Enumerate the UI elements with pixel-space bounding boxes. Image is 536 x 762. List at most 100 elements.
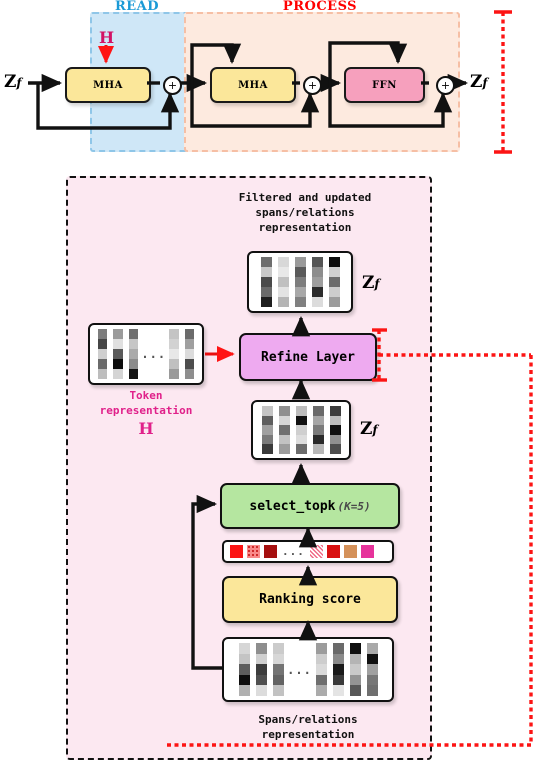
matrix-cell <box>295 434 307 445</box>
matrix-cell <box>97 329 108 339</box>
matrix-cell <box>128 359 139 369</box>
matrix-cell <box>113 369 123 379</box>
matrix-column <box>294 257 306 307</box>
matrix-cell <box>128 369 139 379</box>
matrix-cell <box>315 653 327 665</box>
matrix-cell <box>349 685 361 696</box>
matrix-column <box>277 257 289 307</box>
matrix-column <box>349 643 361 696</box>
matrix-cell <box>261 406 273 416</box>
matrix-cell <box>349 674 361 686</box>
zf-top-label: Zf <box>362 273 380 293</box>
matrix-cell <box>261 444 273 454</box>
matrix-cell <box>184 349 195 359</box>
matrix-cell <box>238 674 250 686</box>
matrix-column <box>311 257 323 307</box>
matrix-cell <box>315 643 327 654</box>
mha-read-block[interactable]: MHA <box>65 67 151 103</box>
matrix-cell <box>366 685 378 696</box>
matrix-cell <box>277 267 289 277</box>
matrix-column <box>329 406 341 454</box>
ffn-label: FFN <box>372 79 397 91</box>
matrix-column <box>312 406 324 454</box>
matrix-cell <box>294 267 306 277</box>
ranking-score-label: Ranking score <box>259 592 361 607</box>
mha-read-label: MHA <box>93 79 123 91</box>
matrix-cell <box>311 257 323 267</box>
matrix-cell <box>260 267 272 277</box>
matrix-cell <box>332 685 344 696</box>
matrix-cell <box>238 653 250 665</box>
matrix-cell <box>328 287 340 297</box>
matrix-cell <box>255 653 267 665</box>
matrix-cell <box>272 685 284 696</box>
add-operator-2: + <box>303 76 322 95</box>
matrix-cell <box>332 664 344 675</box>
score-swatch <box>343 545 357 558</box>
add-operator-3: + <box>436 76 455 95</box>
matrix-cell <box>328 257 340 267</box>
matrix-cell <box>315 674 327 686</box>
zf-top-label-sub: f <box>374 277 380 291</box>
zf-mid-matrix <box>251 400 351 460</box>
matrix-cell <box>128 349 139 359</box>
mha-process-label: MHA <box>238 79 268 91</box>
matrix-cell <box>169 349 179 359</box>
matrix-cell <box>113 339 123 349</box>
ffn-block[interactable]: FFN <box>344 67 425 103</box>
input-zf-label: Zf <box>4 72 22 92</box>
matrix-cell <box>295 415 307 426</box>
matrix-column <box>366 643 378 696</box>
matrix-column <box>97 329 108 379</box>
matrix-cell <box>294 277 306 287</box>
matrix-cell <box>260 257 272 267</box>
matrix-cell <box>238 643 250 654</box>
ranking-score-block[interactable]: Ranking score <box>222 576 398 623</box>
matrix-cell <box>328 277 340 287</box>
matrix-cell <box>349 643 361 654</box>
matrix-column <box>328 257 340 307</box>
token-input-h-label: H <box>99 28 115 47</box>
add-operator-2-symbol: + <box>307 79 318 92</box>
matrix-cell <box>311 287 323 297</box>
select-topk-block[interactable]: select_topk (K=5) <box>220 483 400 529</box>
zf-mid-label-text: Z <box>360 419 373 439</box>
matrix-cell <box>366 653 378 665</box>
matrix-cell <box>332 643 344 654</box>
matrix-cell <box>272 674 284 686</box>
mha-process-block[interactable]: MHA <box>210 67 296 103</box>
add-operator-1: + <box>163 76 182 95</box>
spans-caption-line-1: Spans/relations <box>258 713 358 726</box>
score-swatch <box>326 545 340 558</box>
output-zf-text: Z <box>470 72 483 92</box>
matrix-cell <box>97 349 108 359</box>
matrix-cell <box>332 653 344 665</box>
score-swatch <box>309 545 323 558</box>
matrix-column <box>255 643 267 696</box>
matrix-cell <box>294 287 306 297</box>
matrix-cell <box>366 643 378 654</box>
matrix-cell <box>295 425 307 435</box>
matrix-cell <box>113 359 123 369</box>
matrix-column <box>238 643 250 696</box>
matrix-cell <box>184 359 195 369</box>
read-process-diagram: READ PROCESS Zf H MHA MHA FFN + + + Zf <box>0 0 536 170</box>
matrix-cell <box>278 425 290 435</box>
matrix-ellipsis: ... <box>141 347 167 361</box>
ranking-score-bar: ... <box>222 540 394 563</box>
add-operator-3-symbol: + <box>440 79 451 92</box>
score-swatch <box>247 545 260 558</box>
matrix-cell <box>169 369 179 379</box>
matrix-cell <box>329 434 341 445</box>
matrix-cell <box>349 653 361 665</box>
score-swatch <box>230 545 243 558</box>
score-bar-ellipsis: ... <box>282 545 305 558</box>
filtered-spans-caption-line-1: Filtered and updated <box>238 191 372 204</box>
matrix-cell <box>272 653 284 665</box>
matrix-cell <box>311 297 323 307</box>
matrix-column <box>184 329 195 379</box>
add-operator-1-symbol: + <box>167 79 178 92</box>
matrix-cell <box>272 664 284 675</box>
matrix-cell <box>255 685 267 696</box>
refine-layer-block[interactable]: Refine Layer <box>239 333 377 381</box>
